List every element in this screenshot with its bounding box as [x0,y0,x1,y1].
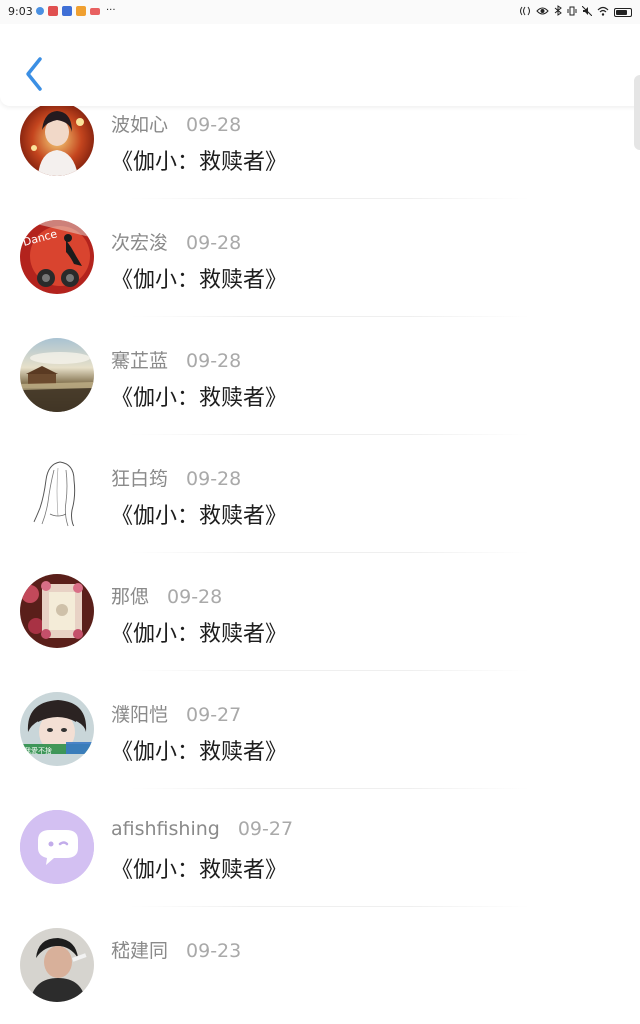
bluetooth-icon [554,5,562,19]
top-navigation-bar [0,24,640,106]
scroll-indicator[interactable] [634,75,640,150]
avatar[interactable]: 我愛不捨 [20,692,94,766]
eye-icon [536,6,549,19]
avatar-caption: 我愛不捨 [24,747,52,755]
avatar[interactable] [20,810,94,884]
avatar[interactable] [20,928,94,1002]
author-name[interactable]: 波如心 [111,114,168,136]
author-line: 次宏浚 09-28 [111,228,241,255]
nfc-icon [519,6,531,19]
author-name[interactable]: 狂白筠 [111,468,168,490]
author-line: 狂白筠 09-28 [111,464,241,491]
system-status-icons [519,5,632,19]
mute-icon [581,5,593,19]
post-date: 09-27 [237,818,294,840]
author-name[interactable]: 騫芷蓝 [111,350,168,372]
book-title[interactable]: 《伽小：救赎者》 [111,380,287,412]
avatar[interactable] [20,574,94,648]
author-line: afishfishing 09-27 [111,818,293,840]
list-item[interactable]: afishfishing 09-27 《伽小：救赎者》 [0,788,640,907]
chevron-left-icon [26,57,42,91]
book-title[interactable]: 《伽小：救赎者》 [111,498,287,530]
mail-app-icon [90,7,100,15]
list-item[interactable]: Dance 次宏浚 09-28 《伽小：救赎者》 [0,198,640,317]
list-item[interactable]: 我愛不捨 濮阳恺 09-27 《伽小：救赎者》 [0,670,640,789]
author-name[interactable]: 嵇建同 [111,940,168,962]
orange-app-icon [76,6,86,16]
author-line: 騫芷蓝 09-28 [111,346,241,373]
list-item[interactable]: 騫芷蓝 09-28 《伽小：救赎者》 [0,316,640,435]
avatar[interactable]: Dance [20,220,94,294]
list-item[interactable]: 嵇建同 09-23 [0,906,640,1024]
book-title[interactable]: 《伽小：救赎者》 [111,852,287,884]
author-line: 嵇建同 09-23 [111,936,241,963]
author-line: 濮阳恺 09-27 [111,700,241,727]
back-button[interactable] [20,54,50,94]
author-name[interactable]: 那偲 [111,586,149,608]
book-title[interactable]: 《伽小：救赎者》 [111,734,287,766]
blue-app-icon [62,6,72,16]
post-date: 09-28 [186,468,242,490]
book-title[interactable]: 《伽小：救赎者》 [111,144,287,176]
author-name[interactable]: 濮阳恺 [111,704,168,726]
status-bar: 9:03 ··· [0,0,640,24]
list-item[interactable]: 那偲 09-28 《伽小：救赎者》 [0,552,640,671]
shield-app-icon [36,7,44,15]
avatar[interactable] [20,456,94,530]
avatar[interactable] [20,338,94,412]
author-line: 那偲 09-28 [111,582,222,609]
book-title[interactable]: 《伽小：救赎者》 [111,616,287,648]
chat-bubble-icon [20,810,94,884]
book-title[interactable]: 《伽小：救赎者》 [111,262,287,294]
author-name[interactable]: afishfishing [111,818,220,840]
battery-icon [614,7,632,17]
red-app-icon [48,6,58,16]
post-date: 09-28 [186,350,242,372]
status-time: 9:03 [8,5,33,18]
vibrate-icon [567,6,577,19]
author-name[interactable]: 次宏浚 [111,232,168,254]
post-date: 09-27 [186,704,242,726]
post-date: 09-28 [186,114,242,136]
post-date: 09-23 [186,940,242,962]
avatar[interactable] [20,102,94,176]
author-line: 波如心 09-28 [111,110,241,137]
post-date: 09-28 [186,232,242,254]
post-date: 09-28 [167,586,223,608]
more-notifications-icon: ··· [106,5,116,16]
notification-icons: ··· [36,6,116,16]
wifi-icon [597,6,609,19]
list-item[interactable]: 狂白筠 09-28 《伽小：救赎者》 [0,434,640,553]
